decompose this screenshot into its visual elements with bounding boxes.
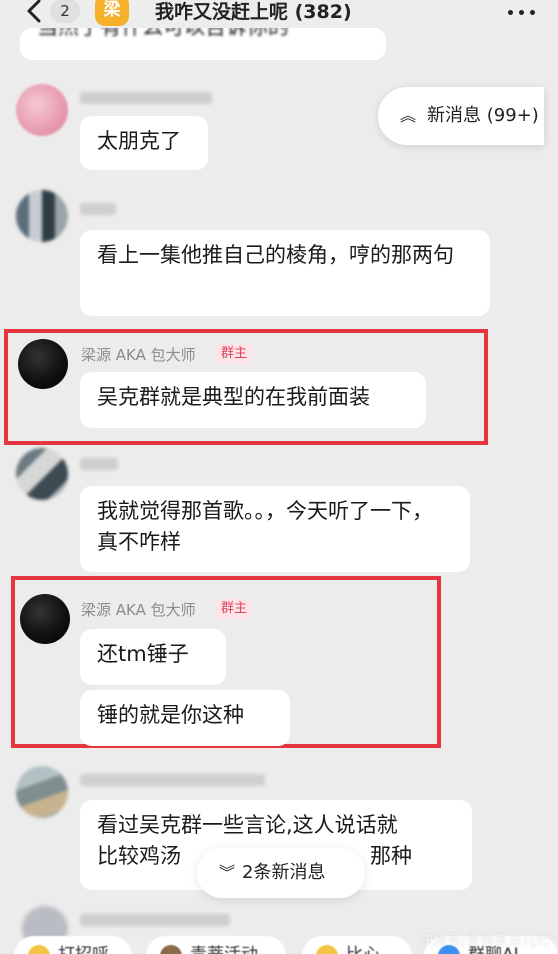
sender-name[interactable]: 梁源 AKA 包大师 (81, 599, 196, 620)
quick-chip-greet[interactable]: 打招呼 (14, 936, 132, 954)
new-messages-label: 新消息 (99+) (427, 105, 539, 126)
event-icon (160, 945, 182, 954)
more-dot-icon (530, 10, 535, 15)
role-badge: 群主 (216, 599, 253, 619)
new-messages-bottom-button[interactable]: ︾ 2条新消息 (197, 848, 365, 898)
chevron-left-icon (27, 0, 41, 23)
message-text: 我就觉得那首歌。。，今天听了一下，真不咋样 (97, 499, 433, 554)
more-options-button[interactable] (504, 0, 540, 22)
watermark: 快传号/青蒂有点儿忙 (419, 933, 550, 949)
message-bubble[interactable]: 当然了有什么可以告诉你的 (20, 28, 386, 60)
message-bubble[interactable]: 太朋克了 (80, 116, 208, 170)
message-bubble[interactable]: 还tm锤子 (80, 629, 226, 685)
new-messages-bottom-label: 2条新消息 (242, 862, 326, 883)
group-avatar[interactable]: 梁 (95, 0, 129, 26)
message-text: 锤的就是你这种 (97, 703, 244, 727)
sender-name[interactable]: 梁源 AKA 包大师 (81, 344, 196, 365)
user-avatar[interactable] (16, 190, 68, 242)
quick-chip-label: 比心 (346, 945, 380, 954)
message-text: 太朋克了 (97, 129, 181, 153)
more-dot-icon (519, 10, 524, 15)
quick-chip-label: 打招呼 (58, 945, 109, 954)
unread-count-badge[interactable]: 2 (50, 0, 80, 23)
quick-chip-label: 青蒂活动 (190, 945, 258, 954)
message-text: 还tm锤子 (97, 642, 189, 666)
chat-header: 2 梁 我咋又没赶上呢 (382) (0, 0, 558, 26)
message-text: 那种 (370, 844, 412, 868)
role-badge: 群主 (216, 344, 253, 364)
emoji-icon (28, 945, 50, 954)
message-bubble[interactable]: 吴克群就是典型的在我前面装 (80, 372, 426, 428)
sender-name-blurred (80, 914, 230, 926)
sender-name-blurred (80, 458, 118, 470)
message-text: 吴克群就是典型的在我前面装 (97, 385, 370, 409)
back-button[interactable] (22, 0, 46, 24)
chat-screen: 2 梁 我咋又没赶上呢 (382) 当然了有什么可以告诉你的 太朋克了 看上一集… (0, 0, 558, 954)
chat-title: 我咋又没赶上呢 (382) (155, 1, 352, 23)
double-chevron-up-icon: ︽ (400, 106, 417, 125)
message-bubble[interactable]: 锤的就是你这种 (80, 690, 290, 746)
user-avatar[interactable] (16, 766, 68, 818)
message-text: 看过吴克群一些言论,这人说话就 (97, 813, 398, 837)
message-text: 看上一集他推自己的棱角，哼的那两句 (97, 243, 454, 267)
double-chevron-down-icon: ︾ (219, 863, 236, 882)
emoji-icon (316, 945, 338, 954)
message-bubble[interactable]: 我就觉得那首歌。。，今天听了一下，真不咋样 (80, 486, 470, 572)
user-avatar[interactable] (18, 339, 68, 389)
quick-chip-heart[interactable]: 比心 (302, 936, 412, 954)
user-avatar[interactable] (16, 84, 68, 136)
message-text: 比较鸡汤 (97, 844, 181, 868)
sender-name-blurred (80, 203, 116, 215)
message-text: 当然了有什么可以告诉你的 (37, 28, 289, 39)
sender-name-blurred (80, 774, 265, 786)
user-avatar[interactable] (20, 594, 70, 644)
message-bubble[interactable]: 看上一集他推自己的棱角，哼的那两句 (80, 230, 490, 316)
quick-chip-event[interactable]: 青蒂活动 (146, 936, 286, 954)
new-messages-button[interactable]: ︽ 新消息 (99+) (378, 87, 544, 145)
more-dot-icon (508, 10, 513, 15)
user-avatar[interactable] (16, 448, 68, 500)
sender-name-blurred (80, 92, 212, 104)
